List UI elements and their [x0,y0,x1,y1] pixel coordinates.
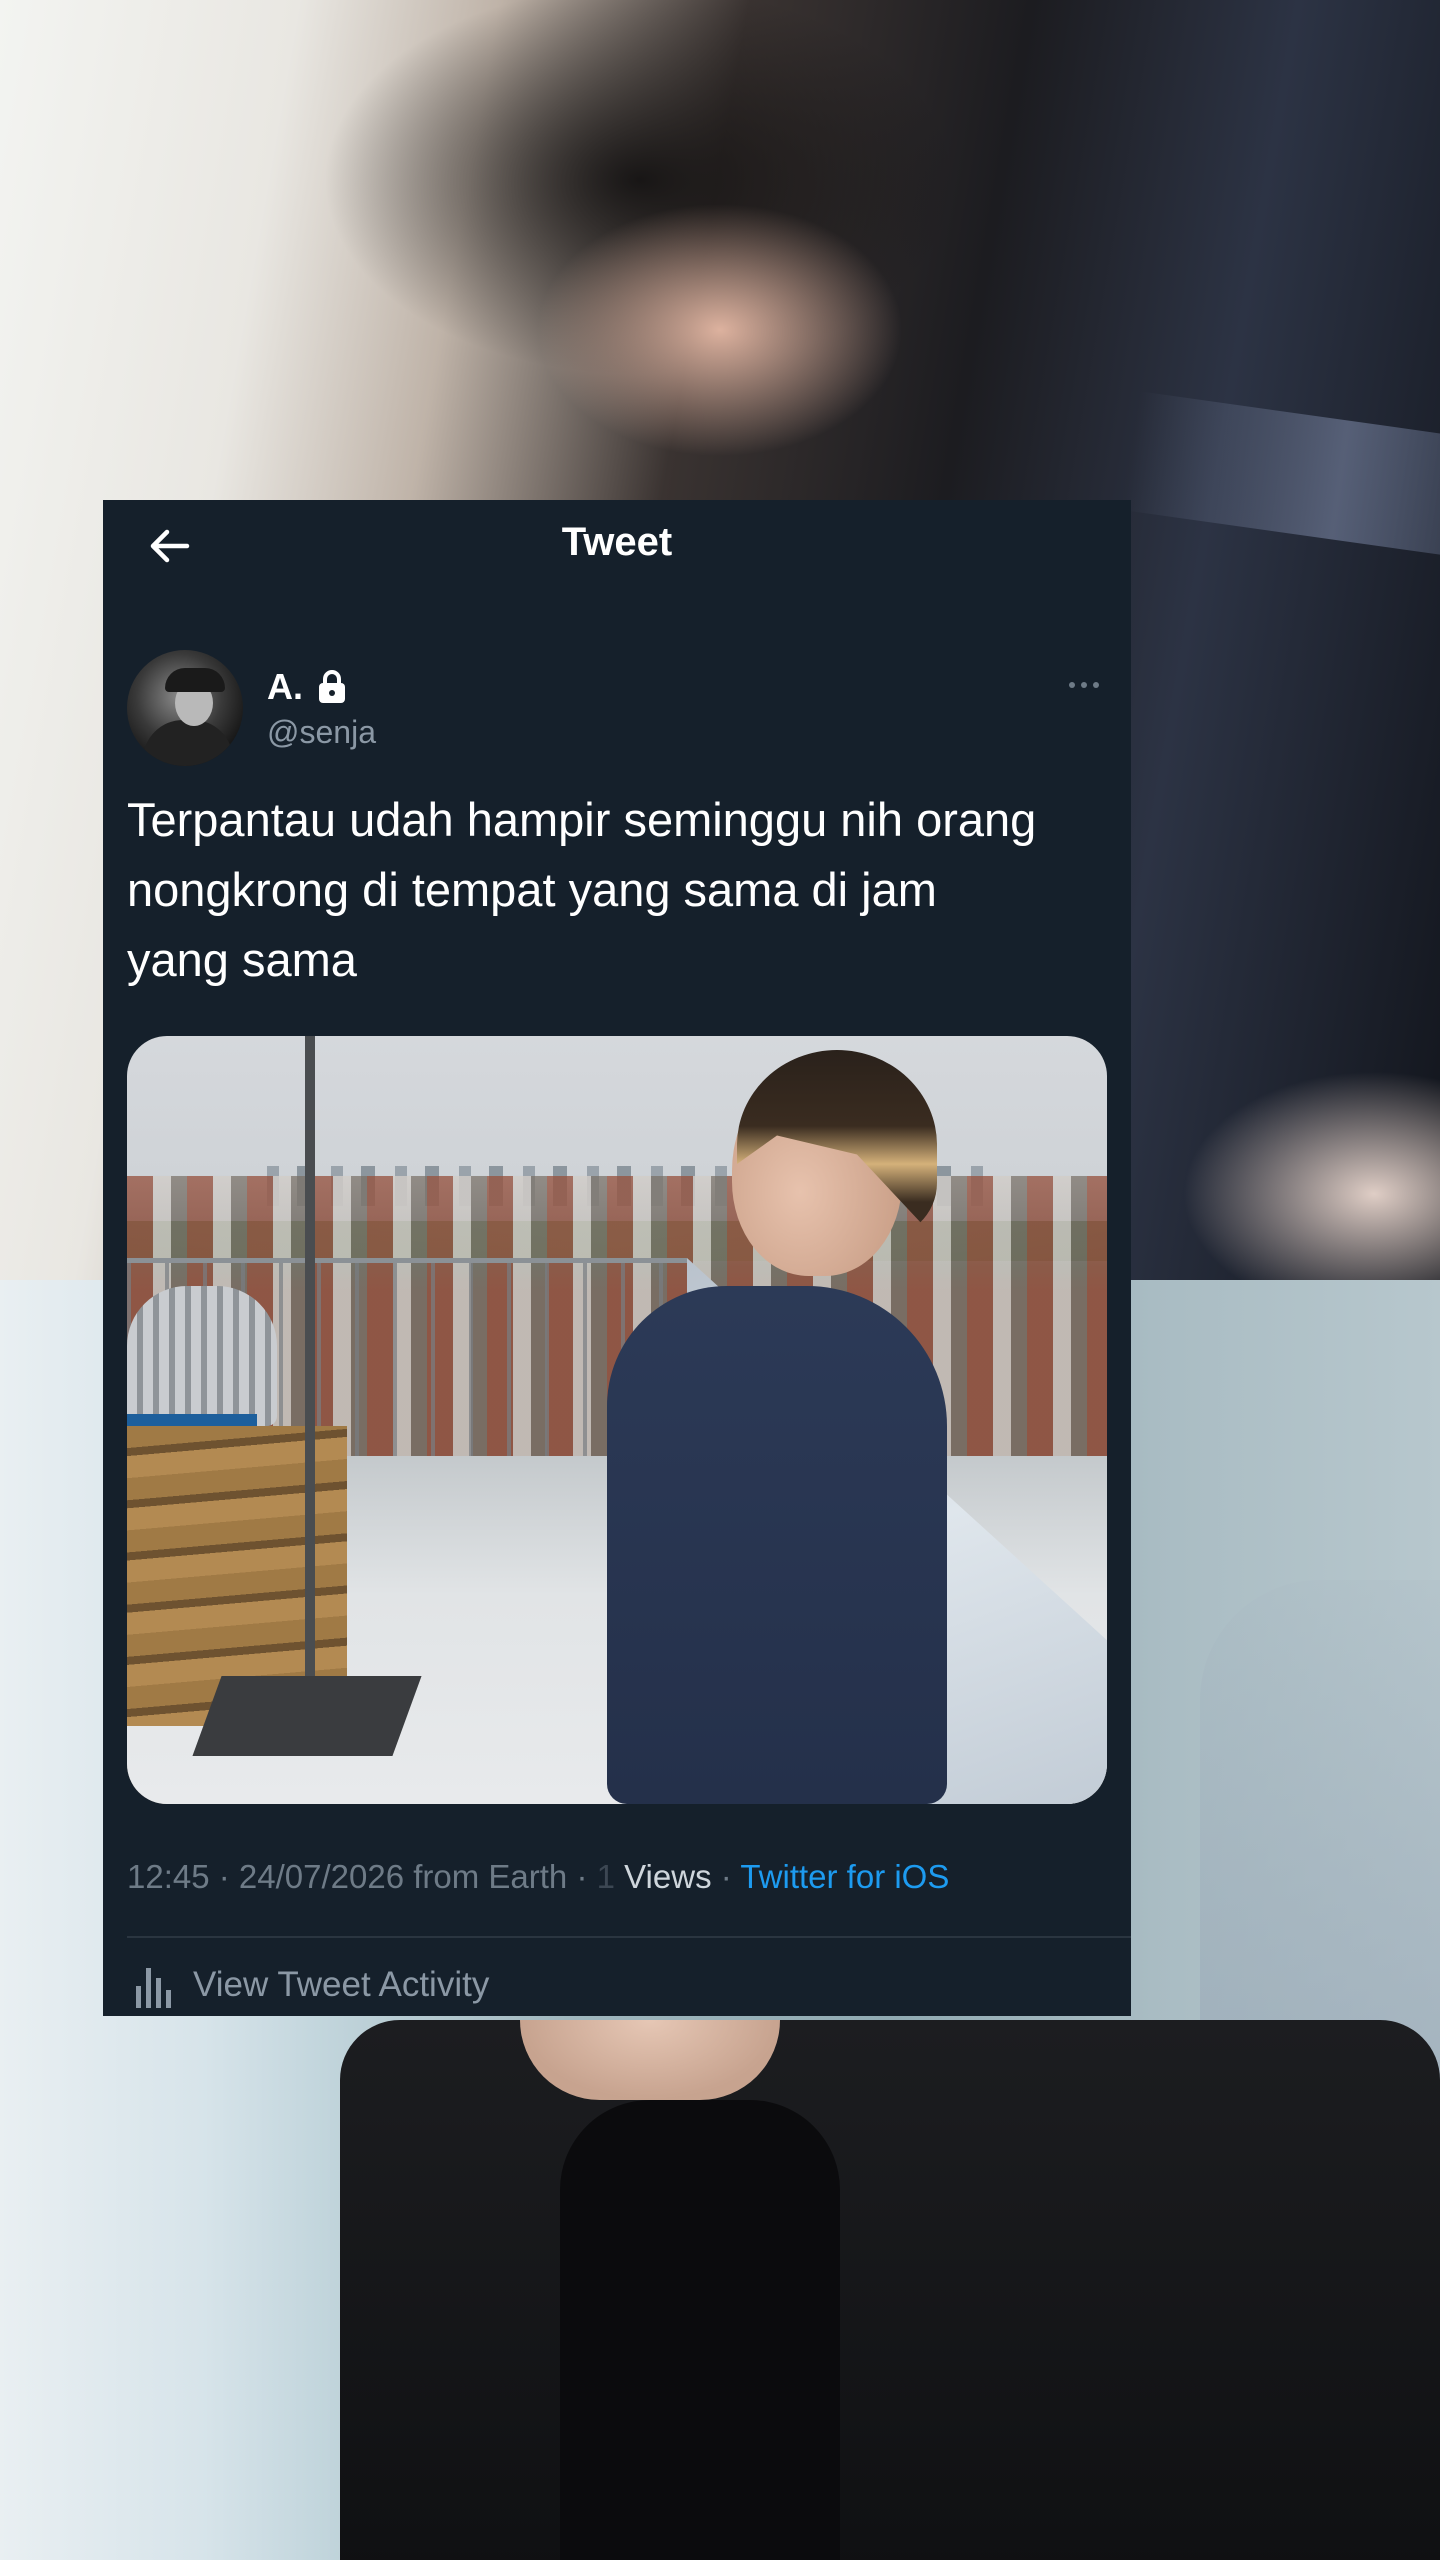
bar-chart-icon [136,1968,171,2008]
tweet-meta: 12:45 · 24/07/2026 from Earth · 1 Views … [127,1858,949,1896]
tweet-photo[interactable] [127,1036,1107,1804]
background-light-streak [1123,391,1440,569]
display-name-row: A. [267,666,376,708]
views-count: 1 [596,1858,615,1895]
background-neck [520,2020,780,2100]
tweet-text-line: Terpantau udah hampir seminggu nih orang [127,793,1037,846]
page-title: Tweet [561,520,673,564]
view-tweet-activity-label: View Tweet Activity [193,1965,490,2004]
background-hand-glow [1150,1050,1440,1280]
tweet-text-line: nongkrong di tempat yang sama di jam [127,863,937,916]
client-link[interactable]: Twitter for iOS [740,1858,949,1895]
lock-icon [317,669,347,705]
tweet-text-line: yang sama [127,933,357,986]
avatar[interactable] [127,650,243,766]
divider [127,1936,1131,1938]
display-name[interactable]: A. [267,666,303,708]
user-handle[interactable]: @senja [267,714,376,751]
timestamp: 12:45 · 24/07/2026 from Earth · [127,1858,588,1895]
tweet-author: A. @senja [127,648,376,768]
tweet-header: Tweet [103,500,1131,590]
meta-separator: · [720,1858,732,1895]
tweet-card: Tweet A. @senja Terpantau udah hampir se… [103,500,1131,2016]
more-horizontal-icon [1069,682,1075,688]
tweet-text: Terpantau udah hampir seminggu nih orang… [127,785,1127,995]
views-label: Views [624,1858,712,1895]
background-torso [340,2020,1440,2560]
view-tweet-activity-button[interactable]: View Tweet Activity [133,1962,489,2008]
background-collar [560,2100,840,2560]
more-options-button[interactable] [1059,670,1109,700]
author-names: A. @senja [267,666,376,751]
